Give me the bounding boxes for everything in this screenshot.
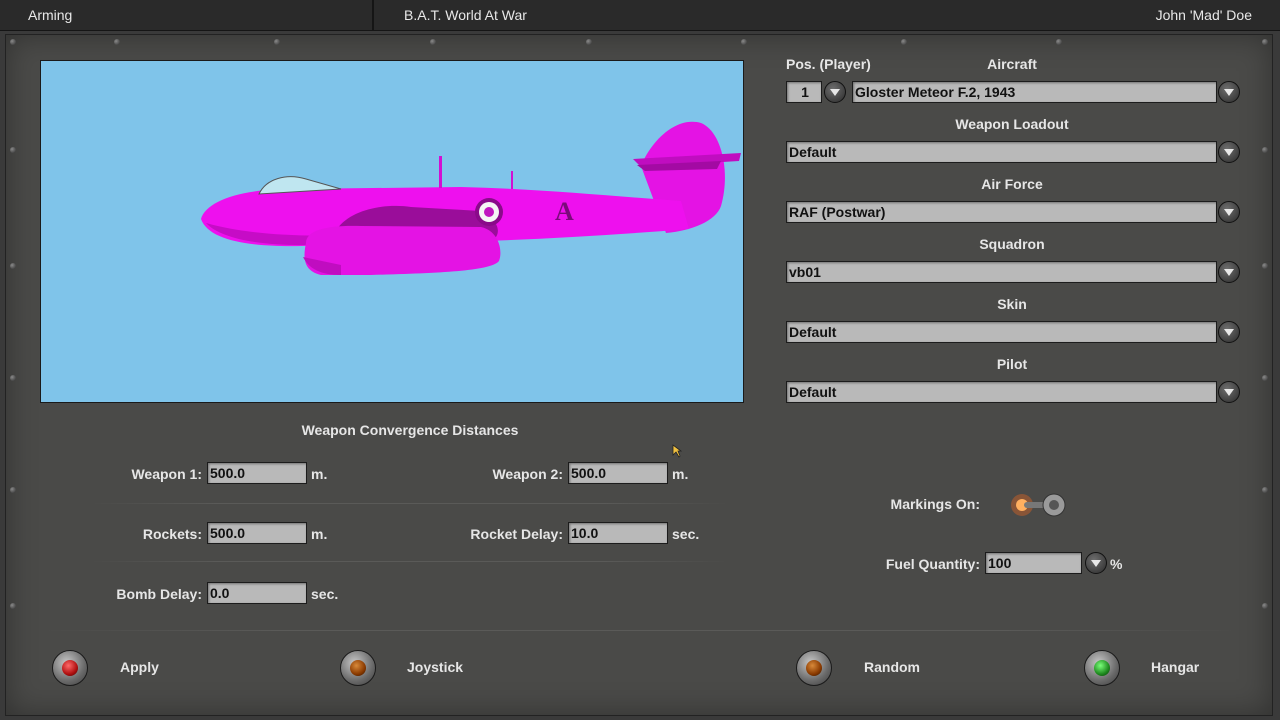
rivet-icon xyxy=(1056,39,1062,45)
rivet-icon xyxy=(1262,375,1268,381)
rockets-field[interactable]: 500.0 xyxy=(207,522,307,544)
loadout-dropdown-button[interactable] xyxy=(1218,141,1240,163)
lamp-icon xyxy=(350,660,366,676)
row-divider xyxy=(90,561,730,562)
rivet-icon xyxy=(114,39,120,45)
rocket-delay-label: Rocket Delay: xyxy=(470,526,563,542)
rivet-icon xyxy=(274,39,280,45)
rockets-label: Rockets: xyxy=(142,526,202,542)
random-button[interactable] xyxy=(796,650,832,686)
rivet-icon xyxy=(1262,487,1268,493)
weapon2-field[interactable]: 500.0 xyxy=(568,462,668,484)
skin-dropdown-button[interactable] xyxy=(1218,321,1240,343)
rivet-icon xyxy=(430,39,436,45)
squadron-label: Squadron xyxy=(979,236,1045,252)
markings-label: Markings On: xyxy=(890,496,980,512)
loadout-label: Weapon Loadout xyxy=(955,116,1069,132)
lamp-icon xyxy=(1094,660,1110,676)
rivet-icon xyxy=(10,603,16,609)
user-name: John 'Mad' Doe xyxy=(1155,7,1252,23)
lamp-icon xyxy=(62,660,78,676)
airforce-label: Air Force xyxy=(981,176,1043,192)
bomb-delay-field[interactable]: 0.0 xyxy=(207,582,307,604)
aircraft-label: Aircraft xyxy=(987,56,1037,72)
pos-dropdown-button[interactable] xyxy=(824,81,846,103)
rivet-icon xyxy=(1262,39,1268,45)
weapon1-field[interactable]: 500.0 xyxy=(207,462,307,484)
hangar-button[interactable] xyxy=(1084,650,1120,686)
squadron-dropdown-button[interactable] xyxy=(1218,261,1240,283)
rivet-icon xyxy=(901,39,907,45)
pilot-dropdown-button[interactable] xyxy=(1218,381,1240,403)
pos-field[interactable]: 1 xyxy=(786,81,822,103)
rivet-icon xyxy=(586,39,592,45)
mouse-cursor-icon xyxy=(672,444,682,458)
aircraft-preview[interactable]: A xyxy=(40,60,744,403)
joystick-button[interactable] xyxy=(340,650,376,686)
row-divider xyxy=(90,503,730,504)
joystick-label[interactable]: Joystick xyxy=(407,659,463,675)
lamp-icon xyxy=(806,660,822,676)
fuel-label: Fuel Quantity: xyxy=(885,556,980,572)
app-title: B.A.T. World At War xyxy=(404,7,527,23)
skin-label: Skin xyxy=(997,296,1027,312)
fuel-field[interactable]: 100 xyxy=(985,552,1082,574)
aircraft-dropdown-button[interactable] xyxy=(1218,81,1240,103)
weapon2-unit: m. xyxy=(672,466,689,482)
weapon1-label: Weapon 1: xyxy=(131,466,202,482)
rivet-icon xyxy=(1262,263,1268,269)
hangar-label[interactable]: Hangar xyxy=(1151,659,1199,675)
rivet-icon xyxy=(10,147,16,153)
bomb-delay-unit: sec. xyxy=(311,586,339,602)
rivet-icon xyxy=(1262,147,1268,153)
fuselage-code-label: A xyxy=(555,197,574,226)
random-label[interactable]: Random xyxy=(864,659,920,675)
rocket-delay-unit: sec. xyxy=(672,526,700,542)
aircraft-model-icon xyxy=(201,121,741,275)
fuel-dropdown-button[interactable] xyxy=(1085,552,1107,574)
weapon2-label: Weapon 2: xyxy=(492,466,563,482)
bottom-divider xyxy=(40,630,1240,631)
bomb-delay-label: Bomb Delay: xyxy=(116,586,202,602)
rivet-icon xyxy=(10,39,16,45)
apply-button[interactable] xyxy=(52,650,88,686)
title-bar: Arming B.A.T. World At War John 'Mad' Do… xyxy=(0,0,1280,31)
rockets-unit: m. xyxy=(311,526,328,542)
rivet-icon xyxy=(10,375,16,381)
rivet-icon xyxy=(10,263,16,269)
loadout-field[interactable]: Default xyxy=(786,141,1217,163)
pilot-field[interactable]: Default xyxy=(786,381,1217,403)
apply-label[interactable]: Apply xyxy=(120,659,159,675)
pilot-label: Pilot xyxy=(996,356,1028,372)
squadron-field[interactable]: vb01 xyxy=(786,261,1217,283)
airforce-field[interactable]: RAF (Postwar) xyxy=(786,201,1217,223)
convergence-heading: Weapon Convergence Distances xyxy=(301,422,519,438)
rivet-icon xyxy=(741,39,747,45)
rivet-icon xyxy=(1262,603,1268,609)
airforce-dropdown-button[interactable] xyxy=(1218,201,1240,223)
aircraft-field[interactable]: Gloster Meteor F.2, 1943 xyxy=(852,81,1217,103)
section-title: Arming xyxy=(0,0,374,30)
weapon1-unit: m. xyxy=(311,466,328,482)
fuel-unit: % xyxy=(1110,556,1123,572)
rivet-icon xyxy=(10,487,16,493)
rocket-delay-field[interactable]: 10.0 xyxy=(568,522,668,544)
skin-field[interactable]: Default xyxy=(786,321,1217,343)
markings-toggle[interactable] xyxy=(1010,492,1070,518)
